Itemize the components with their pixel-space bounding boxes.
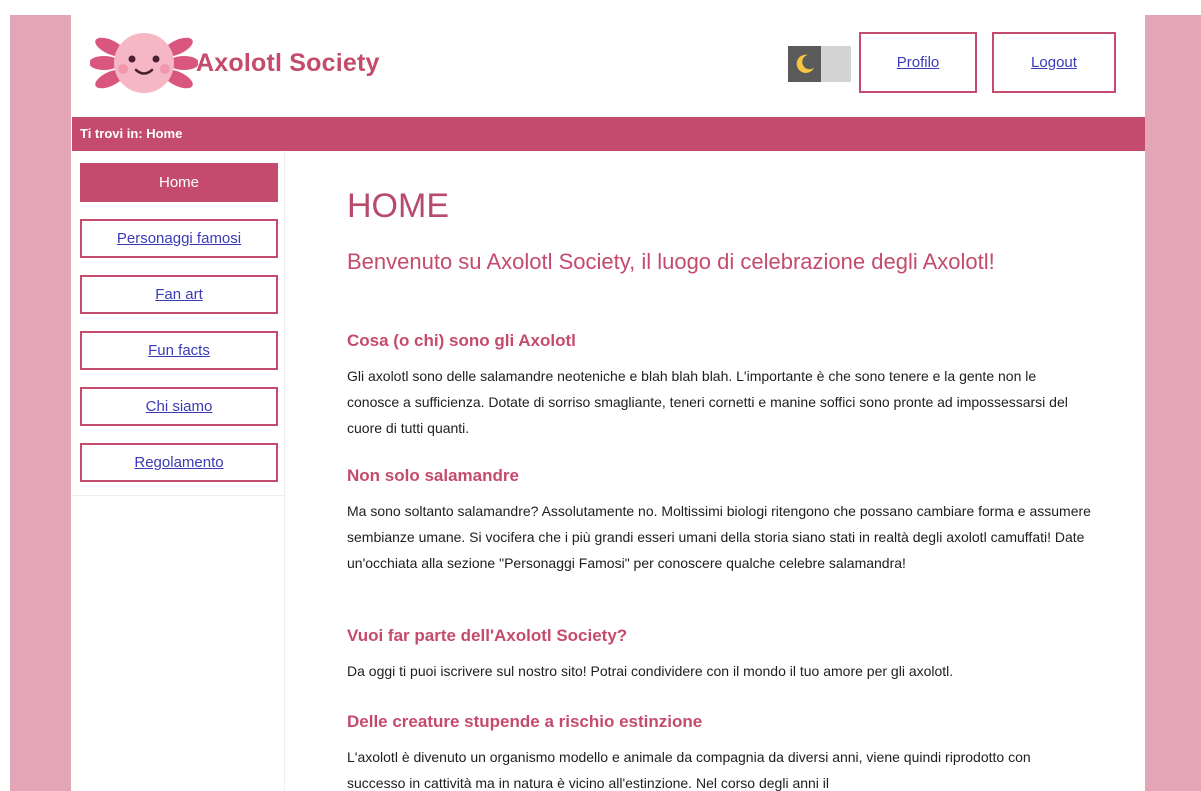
left-side-band — [10, 15, 71, 791]
site-header: Axolotl Society Profilo Logout — [72, 15, 1145, 117]
sidebar-item-fan-art[interactable]: Fan art — [80, 275, 278, 314]
site-title: Axolotl Society — [196, 49, 380, 77]
moon-icon — [788, 46, 821, 82]
sidebar-nav: Home Personaggi famosi Fan art Fun facts… — [72, 151, 285, 791]
right-side-band — [1145, 15, 1201, 791]
section-text: Ma sono soltanto salamandre? Assolutamen… — [347, 503, 1091, 571]
dark-mode-toggle[interactable] — [788, 46, 851, 82]
breadcrumb: Ti trovi in: Home — [72, 117, 1145, 151]
logout-button[interactable]: Logout — [992, 32, 1116, 93]
sidebar-item-regolamento[interactable]: Regolamento — [80, 443, 278, 482]
sidebar-item-personaggi-famosi[interactable]: Personaggi famosi — [80, 219, 278, 258]
sidebar-item-fun-facts[interactable]: Fun facts — [80, 331, 278, 370]
welcome-subtitle: Benvenuto su Axolotl Society, il luogo d… — [347, 249, 995, 274]
sidebar-item-home[interactable]: Home — [80, 163, 278, 202]
section-text: L'axolotl è divenuto un organismo modell… — [347, 749, 1031, 791]
section-title: Vuoi far parte dell'Axolotl Society? — [347, 626, 628, 645]
section-text: Da oggi ti puoi iscrivere sul nostro sit… — [347, 663, 954, 679]
page-container: Axolotl Society Profilo Logout Ti trovi … — [72, 15, 1145, 791]
section-title: Non solo salamandre — [347, 466, 519, 485]
page-title: HOME — [347, 187, 449, 225]
sidebar-item-chi-siamo[interactable]: Chi siamo — [80, 387, 278, 426]
section-text: Gli axolotl sono delle salamandre neoten… — [347, 368, 1068, 436]
section-title: Delle creature stupende a rischio estinz… — [347, 712, 703, 731]
profile-button[interactable]: Profilo — [859, 32, 977, 93]
axolotl-logo-icon — [90, 33, 198, 93]
section-title: Cosa (o chi) sono gli Axolotl — [347, 331, 576, 350]
sidebar-divider — [72, 495, 284, 496]
